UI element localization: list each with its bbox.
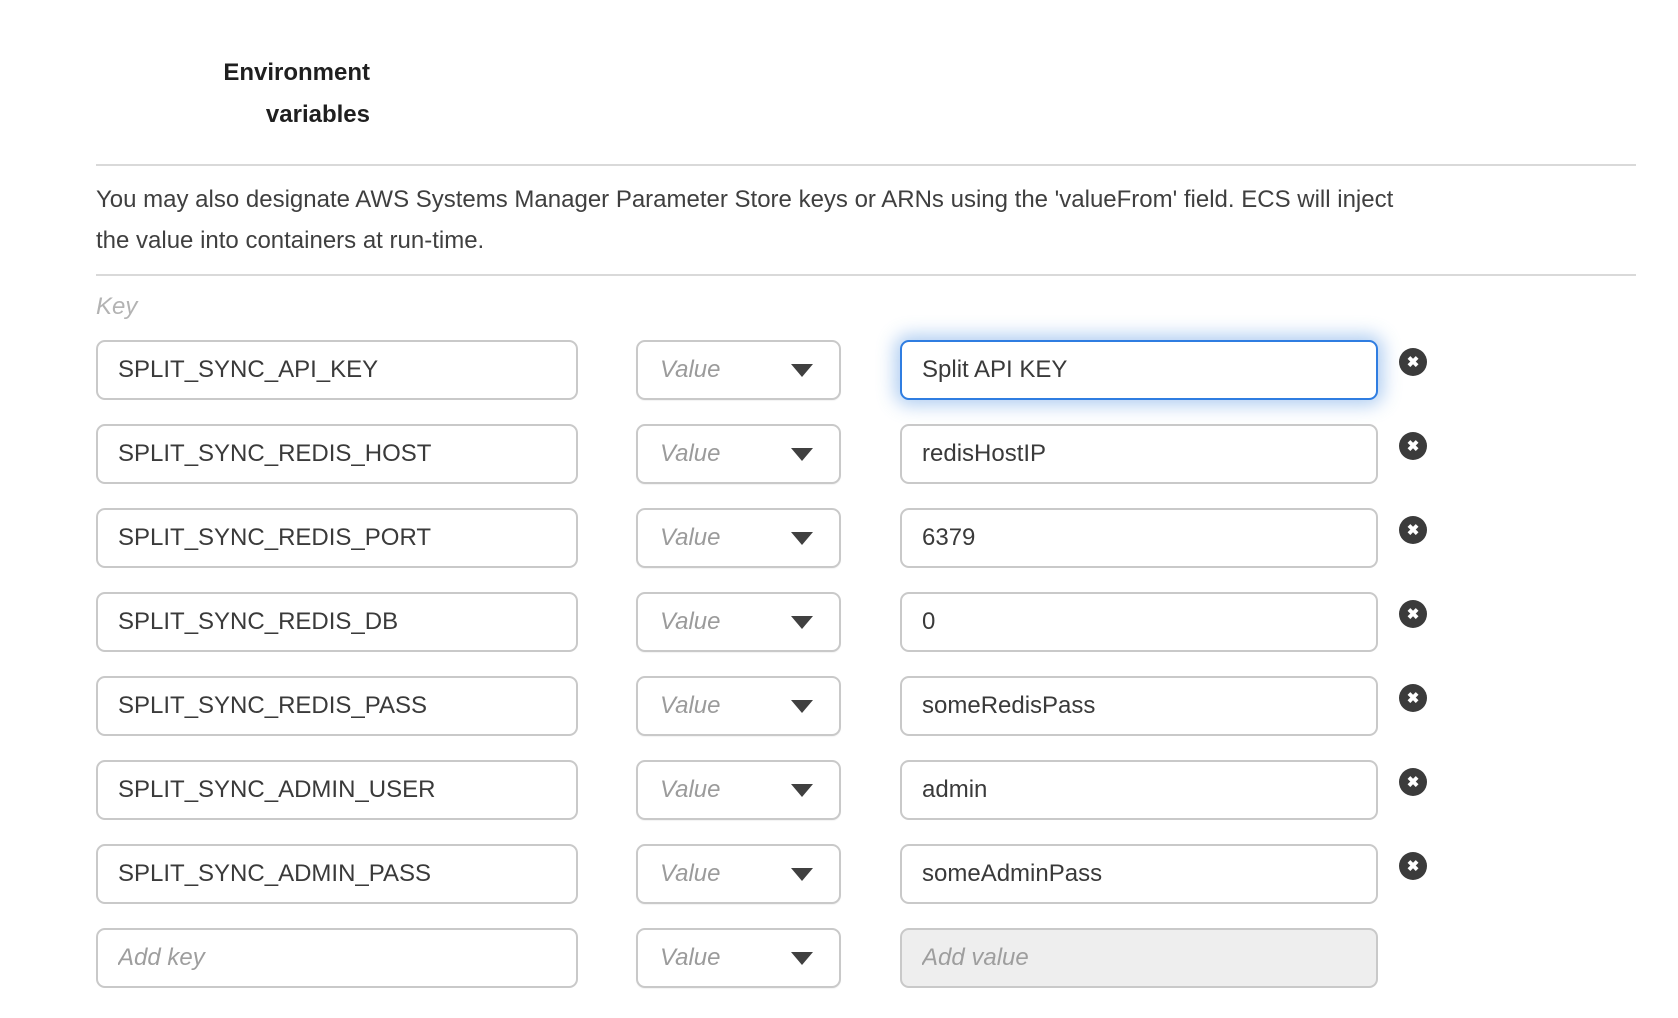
- env-var-row: Value ✖: [96, 676, 1678, 736]
- type-dropdown[interactable]: Value: [636, 340, 841, 400]
- type-dropdown[interactable]: Value: [636, 928, 841, 988]
- env-var-row: Value ✖: [96, 424, 1678, 484]
- divider-bottom: [96, 274, 1636, 276]
- type-dropdown[interactable]: Value: [636, 844, 841, 904]
- remove-row-button[interactable]: ✖: [1399, 516, 1427, 544]
- key-input[interactable]: [96, 508, 578, 568]
- chevron-down-icon: [791, 532, 813, 545]
- add-value-input: [900, 928, 1378, 988]
- env-var-row: Value: [96, 928, 1678, 988]
- remove-row-button[interactable]: ✖: [1399, 684, 1427, 712]
- description-line-2: the value into containers at run-time.: [96, 220, 1636, 261]
- chevron-down-icon: [791, 700, 813, 713]
- chevron-down-icon: [791, 364, 813, 377]
- env-var-row: Value ✖: [96, 508, 1678, 568]
- type-dropdown[interactable]: Value: [636, 508, 841, 568]
- section-description: You may also designate AWS Systems Manag…: [96, 179, 1636, 261]
- value-input[interactable]: [900, 844, 1378, 904]
- chevron-down-icon: [791, 868, 813, 881]
- remove-row-button[interactable]: ✖: [1399, 768, 1427, 796]
- x-circle-icon: ✖: [1407, 523, 1420, 538]
- x-circle-icon: ✖: [1407, 439, 1420, 454]
- key-column-header: Key: [96, 292, 1678, 322]
- environment-variables-section: Environment variables You may also desig…: [0, 52, 1678, 988]
- type-dropdown[interactable]: Value: [636, 424, 841, 484]
- env-var-row: Value ✖: [96, 844, 1678, 904]
- value-input[interactable]: [900, 760, 1378, 820]
- chevron-down-icon: [791, 448, 813, 461]
- divider-top: [96, 164, 1636, 166]
- add-key-input[interactable]: [96, 928, 578, 988]
- type-dropdown[interactable]: Value: [636, 592, 841, 652]
- chevron-down-icon: [791, 616, 813, 629]
- x-circle-icon: ✖: [1407, 691, 1420, 706]
- remove-row-button[interactable]: ✖: [1399, 432, 1427, 460]
- env-var-row: Value ✖: [96, 592, 1678, 652]
- key-input[interactable]: [96, 844, 578, 904]
- value-input[interactable]: [900, 340, 1378, 400]
- key-input[interactable]: [96, 760, 578, 820]
- key-input[interactable]: [96, 340, 578, 400]
- chevron-down-icon: [791, 784, 813, 797]
- env-var-row: Value ✖: [96, 760, 1678, 820]
- value-input[interactable]: [900, 592, 1378, 652]
- chevron-down-icon: [791, 952, 813, 965]
- env-var-rows: Value ✖ Value ✖ Value ✖ Value ✖: [96, 340, 1678, 988]
- x-circle-icon: ✖: [1407, 355, 1420, 370]
- remove-row-button[interactable]: ✖: [1399, 852, 1427, 880]
- section-title: Environment variables: [96, 52, 370, 136]
- type-dropdown[interactable]: Value: [636, 760, 841, 820]
- value-input[interactable]: [900, 424, 1378, 484]
- type-dropdown-label: Value: [660, 524, 721, 552]
- x-circle-icon: ✖: [1407, 775, 1420, 790]
- type-dropdown-label: Value: [660, 860, 721, 888]
- value-input[interactable]: [900, 676, 1378, 736]
- key-input[interactable]: [96, 424, 578, 484]
- x-circle-icon: ✖: [1407, 607, 1420, 622]
- type-dropdown-label: Value: [660, 776, 721, 804]
- type-dropdown-label: Value: [660, 608, 721, 636]
- env-var-row: Value ✖: [96, 340, 1678, 400]
- type-dropdown-label: Value: [660, 944, 721, 972]
- key-input[interactable]: [96, 676, 578, 736]
- remove-row-button[interactable]: ✖: [1399, 600, 1427, 628]
- value-input[interactable]: [900, 508, 1378, 568]
- key-input[interactable]: [96, 592, 578, 652]
- type-dropdown[interactable]: Value: [636, 676, 841, 736]
- description-line-1: You may also designate AWS Systems Manag…: [96, 179, 1636, 220]
- type-dropdown-label: Value: [660, 356, 721, 384]
- remove-row-button[interactable]: ✖: [1399, 348, 1427, 376]
- x-circle-icon: ✖: [1407, 859, 1420, 874]
- type-dropdown-label: Value: [660, 440, 721, 468]
- type-dropdown-label: Value: [660, 692, 721, 720]
